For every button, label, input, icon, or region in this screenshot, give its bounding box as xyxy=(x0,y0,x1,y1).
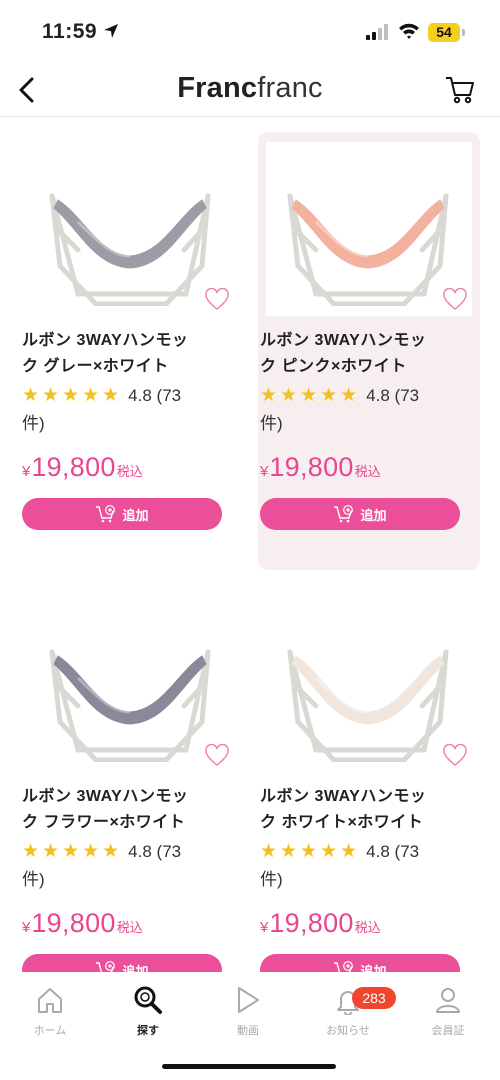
price-tax-label: 税込 xyxy=(354,920,381,935)
rating-stars: ★★★★★ xyxy=(260,385,361,406)
product-name-line1: ルボン 3WAYハンモッ xyxy=(260,788,427,805)
logo-thin-text: franc xyxy=(257,72,323,104)
rating-count-suffix: 件) xyxy=(260,414,283,433)
notification-badge: 283 xyxy=(352,987,396,1009)
rating-value: 4.8 (73 xyxy=(128,842,182,861)
price-amount: 19,800 xyxy=(31,452,116,482)
tab-news-label: お知らせ xyxy=(326,1025,370,1037)
search-icon xyxy=(134,986,162,1014)
rating-count-suffix: 件) xyxy=(22,414,45,433)
tab-video-label: 動画 xyxy=(237,1025,259,1037)
price-tax-label: 税込 xyxy=(116,464,143,479)
tab-member-label: 会員証 xyxy=(431,1025,465,1037)
product-name-line1: ルボン 3WAYハンモッ xyxy=(22,788,189,805)
product-name[interactable]: ルボン 3WAYハンモッ ク フラワー×ホワイト xyxy=(22,784,236,836)
product-card[interactable]: ルボン 3WAYハンモッ ク ホワイト×ホワイト ★★★★★ 4.8 (73 件)… xyxy=(258,588,480,1026)
tab-home[interactable]: ホーム xyxy=(0,982,100,1038)
add-button-label: 追加 xyxy=(360,507,387,523)
product-rating: ★★★★★ 4.8 (73 件) xyxy=(22,838,236,894)
rating-stars: ★★★★★ xyxy=(22,841,123,862)
cart-icon xyxy=(446,77,474,104)
product-name-line2: ク ホワイト×ホワイト xyxy=(260,814,424,831)
product-name-line2: ク ピンク×ホワイト xyxy=(260,358,407,375)
play-icon xyxy=(238,987,259,1013)
status-bar: 11:59 54 xyxy=(0,0,500,64)
price-tax-label: 税込 xyxy=(354,464,381,479)
signal-icon xyxy=(366,24,388,40)
product-card[interactable]: ルボン 3WAYハンモッ ク フラワー×ホワイト ★★★★★ 4.8 (73 件)… xyxy=(20,588,242,1026)
app-header: Francfranc xyxy=(0,64,500,117)
tab-search[interactable]: 探す xyxy=(98,982,198,1038)
battery-cap xyxy=(462,29,465,36)
product-price: ¥19,800税込 xyxy=(260,452,381,483)
wifi-icon xyxy=(399,23,419,39)
add-cart-icon xyxy=(334,505,354,523)
price-currency: ¥ xyxy=(260,919,269,936)
product-name-line1: ルボン 3WAYハンモッ xyxy=(22,332,189,349)
product-card[interactable]: ルボン 3WAYハンモッ ク グレー×ホワイト ★★★★★ 4.8 (73 件) … xyxy=(20,132,242,570)
price-amount: 19,800 xyxy=(31,908,116,938)
member-card-icon xyxy=(436,988,460,1013)
price-amount: 19,800 xyxy=(269,908,354,938)
hammock-illustration xyxy=(287,649,449,762)
favorite-heart-icon[interactable] xyxy=(442,288,468,312)
product-name-line1: ルボン 3WAYハンモッ xyxy=(260,332,427,349)
price-currency: ¥ xyxy=(260,463,269,480)
price-tax-label: 税込 xyxy=(116,920,143,935)
price-amount: 19,800 xyxy=(269,452,354,482)
product-price: ¥19,800税込 xyxy=(22,452,143,483)
battery-indicator: 54 xyxy=(428,23,460,42)
product-name[interactable]: ルボン 3WAYハンモッ ク ホワイト×ホワイト xyxy=(260,784,474,836)
product-price: ¥19,800税込 xyxy=(260,908,381,939)
product-rating: ★★★★★ 4.8 (73 件) xyxy=(22,382,236,438)
product-name[interactable]: ルボン 3WAYハンモッ ク グレー×ホワイト xyxy=(22,328,236,380)
hammock-illustration xyxy=(49,193,211,306)
logo-bold-text: Franc xyxy=(177,72,258,104)
rating-count-suffix: 件) xyxy=(22,870,45,889)
tab-search-label: 探す xyxy=(137,1025,159,1037)
add-to-cart-button[interactable]: 追加 xyxy=(260,498,460,530)
tab-video[interactable]: 動画 xyxy=(198,982,298,1038)
rating-value: 4.8 (73 xyxy=(128,386,182,405)
favorite-heart-icon[interactable] xyxy=(204,288,230,312)
add-to-cart-button[interactable]: 追加 xyxy=(22,498,222,530)
price-currency: ¥ xyxy=(22,919,31,936)
add-button-label: 追加 xyxy=(122,507,149,523)
rating-stars: ★★★★★ xyxy=(22,385,123,406)
rating-value: 4.8 (73 xyxy=(366,386,420,405)
favorite-heart-icon[interactable] xyxy=(204,744,230,768)
hammock-illustration xyxy=(49,649,211,762)
tab-home-label: ホーム xyxy=(33,1025,67,1037)
product-rating: ★★★★★ 4.8 (73 件) xyxy=(260,838,474,894)
home-icon xyxy=(38,988,62,1013)
product-name-line2: ク フラワー×ホワイト xyxy=(22,814,186,831)
price-currency: ¥ xyxy=(22,463,31,480)
tab-news[interactable]: 283 お知らせ xyxy=(298,982,398,1038)
cart-button[interactable] xyxy=(440,70,480,110)
product-price: ¥19,800税込 xyxy=(22,908,143,939)
home-indicator xyxy=(162,1064,336,1069)
brand-logo[interactable]: Francfranc xyxy=(0,72,500,105)
product-rating: ★★★★★ 4.8 (73 件) xyxy=(260,382,474,438)
favorite-heart-icon[interactable] xyxy=(442,744,468,768)
rating-stars: ★★★★★ xyxy=(260,841,361,862)
product-card[interactable]: ルボン 3WAYハンモッ ク ピンク×ホワイト ★★★★★ 4.8 (73 件) … xyxy=(258,132,480,570)
rating-value: 4.8 (73 xyxy=(366,842,420,861)
hammock-illustration xyxy=(287,193,449,306)
tab-member[interactable]: 会員証 xyxy=(398,982,498,1038)
status-time: 11:59 xyxy=(42,20,98,43)
add-cart-icon xyxy=(96,505,116,523)
location-arrow-icon xyxy=(104,24,118,38)
product-name[interactable]: ルボン 3WAYハンモッ ク ピンク×ホワイト xyxy=(260,328,474,380)
product-name-line2: ク グレー×ホワイト xyxy=(22,358,169,375)
rating-count-suffix: 件) xyxy=(260,870,283,889)
